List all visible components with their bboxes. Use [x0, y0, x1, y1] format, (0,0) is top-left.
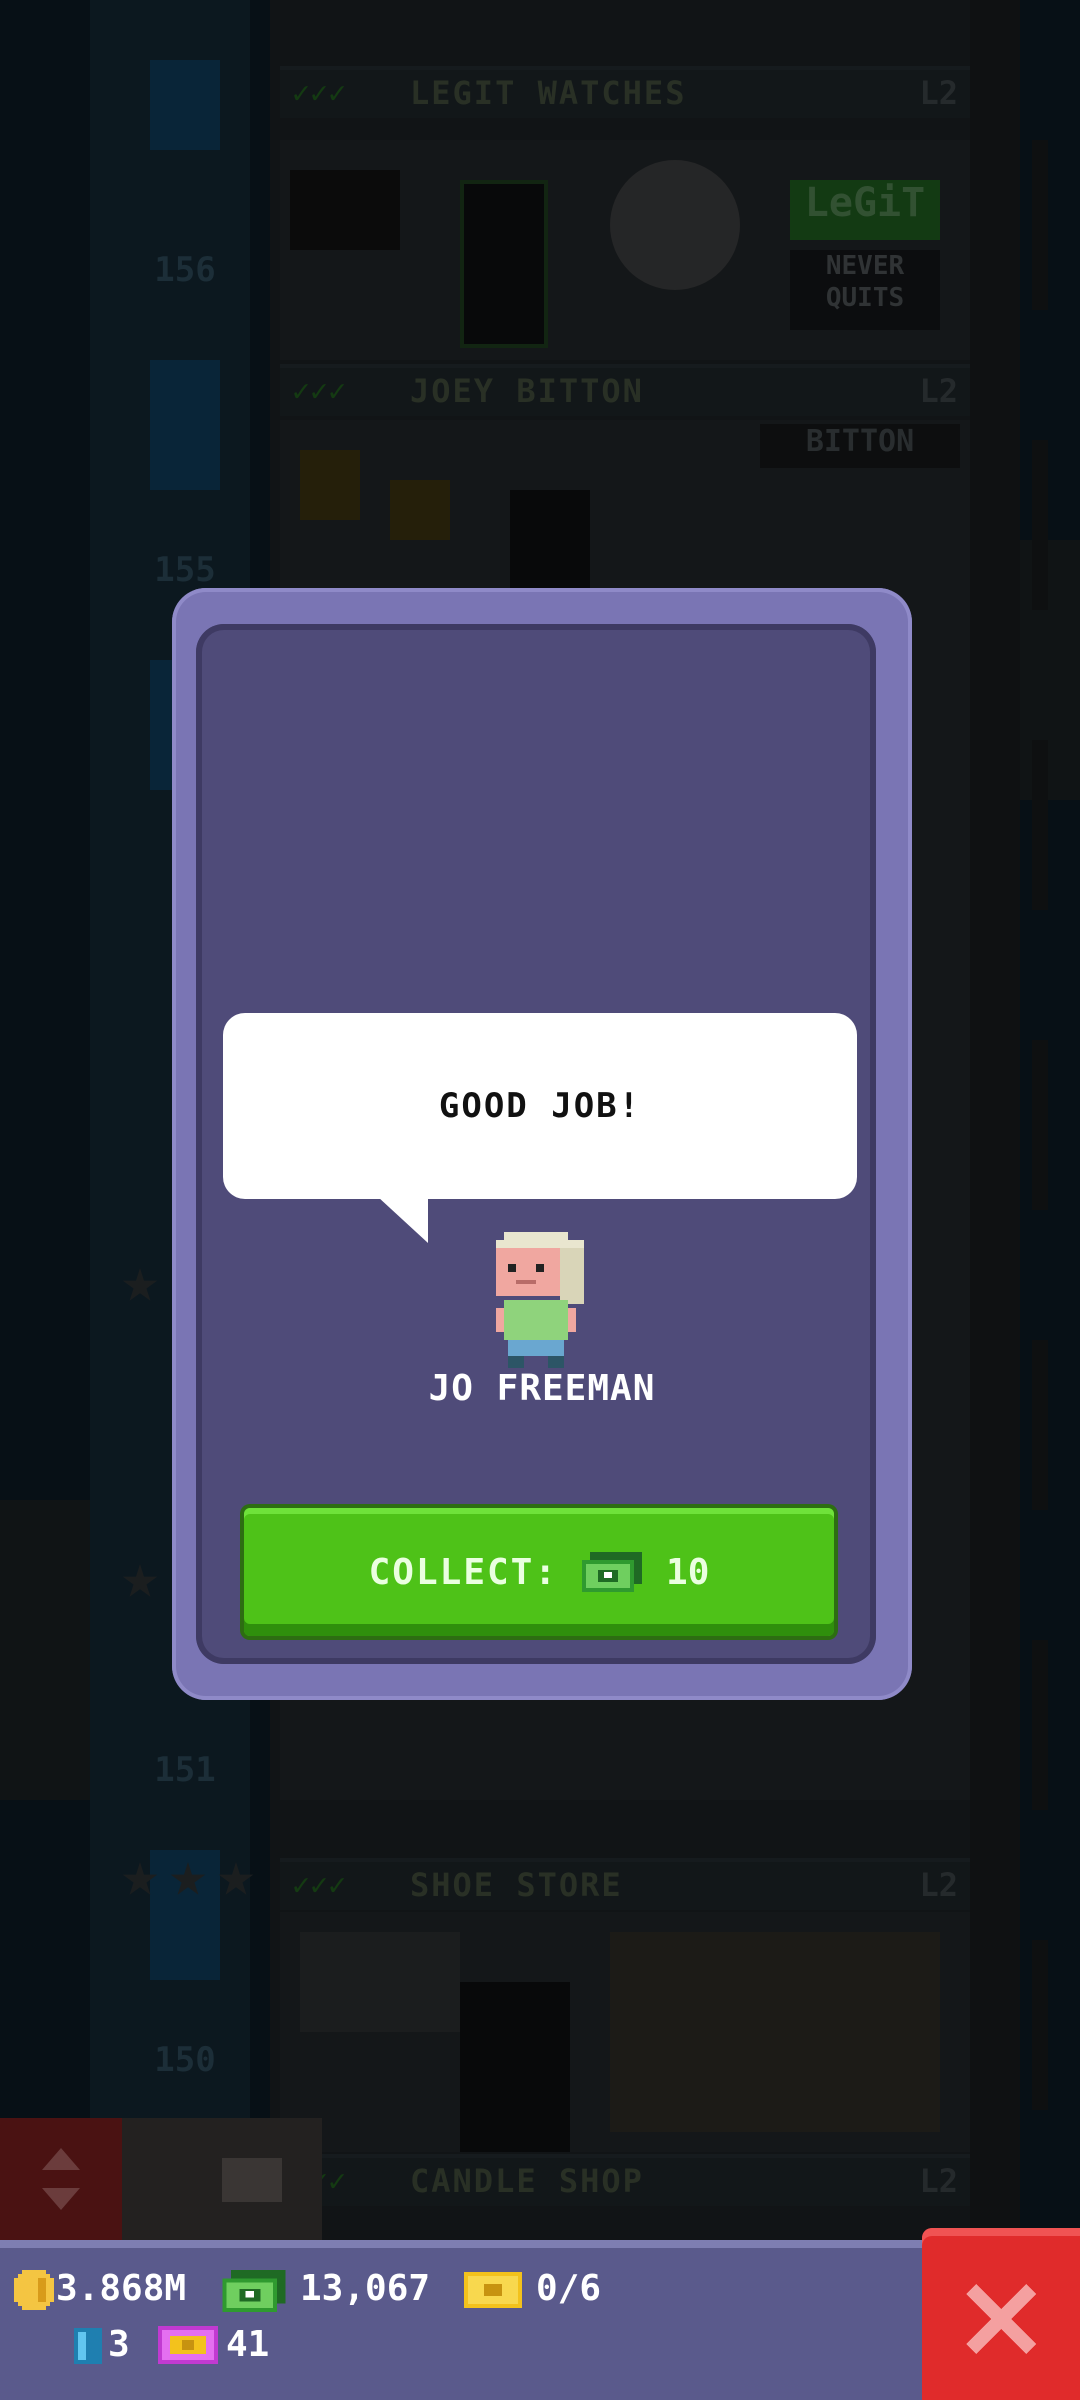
coin-icon: [14, 2270, 54, 2310]
tower-bux-icon: [222, 2270, 286, 2312]
build-icon: [222, 2158, 282, 2202]
speech-bubble: GOOD JOB!: [223, 1013, 857, 1199]
build-floor-button[interactable]: [122, 2118, 322, 2240]
coins-count[interactable]: 3.868M: [56, 2268, 186, 2309]
elevator-count[interactable]: 3: [108, 2324, 130, 2365]
status-bar: [0, 2240, 1080, 2400]
speech-bubble-text: GOOD JOB!: [438, 1086, 642, 1126]
character-name: JO FREEMAN: [428, 1368, 656, 1409]
bux-count[interactable]: 13,067: [300, 2268, 430, 2309]
vip-count[interactable]: 41: [226, 2324, 269, 2365]
up-down-arrows-icon: [42, 2148, 80, 2210]
close-icon: [966, 2284, 1036, 2354]
golden-ticket-icon: [464, 2272, 522, 2308]
collect-amount: 10: [666, 1551, 710, 1593]
elevator-scroll-button[interactable]: [0, 2118, 122, 2240]
collect-button[interactable]: COLLECT: 10: [244, 1508, 834, 1636]
close-button[interactable]: [922, 2228, 1080, 2400]
tower-bux-icon: [582, 1552, 643, 1592]
bitizen-avatar: [496, 1232, 584, 1368]
status-bar-edge: [0, 2240, 930, 2248]
tickets-count[interactable]: 0/6: [536, 2268, 601, 2309]
elevator-icon: [74, 2328, 102, 2364]
collect-label: COLLECT:: [368, 1551, 559, 1593]
vip-card-icon: [158, 2326, 218, 2364]
